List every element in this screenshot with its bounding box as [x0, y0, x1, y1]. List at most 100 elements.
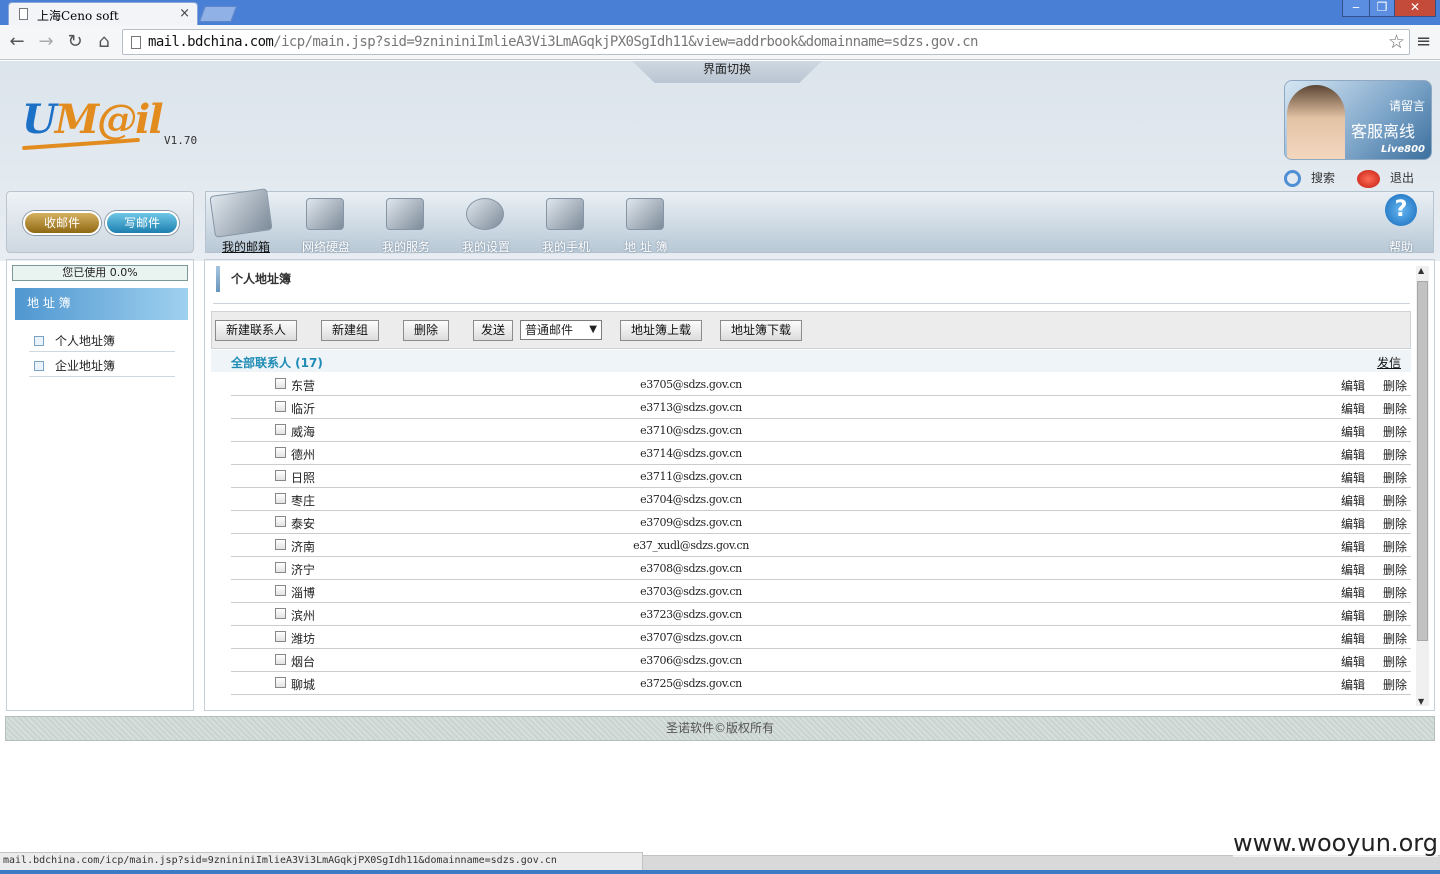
nav-my-phone[interactable]: 我的手机	[526, 192, 606, 254]
delete-link[interactable]: 删除	[1383, 469, 1407, 486]
minimize-button[interactable]: ‒	[1342, 0, 1370, 17]
edit-link[interactable]: 编辑	[1341, 538, 1365, 555]
edit-link[interactable]: 编辑	[1341, 561, 1365, 578]
action-toolbar: 新建联系人 新建组 删除 发送 普通邮件 ▼ 地址簿上载 地址簿下载	[211, 311, 1411, 349]
delete-link[interactable]: 删除	[1383, 538, 1407, 555]
new-contact-button[interactable]: 新建联系人	[215, 320, 297, 341]
contact-name[interactable]: 潍坊	[291, 630, 315, 647]
home-icon[interactable]: ⌂	[93, 31, 115, 52]
delete-button[interactable]: 删除	[403, 320, 449, 341]
contact-name[interactable]: 东营	[291, 377, 315, 394]
delete-link[interactable]: 删除	[1383, 653, 1407, 670]
edit-link[interactable]: 编辑	[1341, 653, 1365, 670]
nav-my-settings[interactable]: 我的设置	[446, 192, 526, 254]
delete-link[interactable]: 删除	[1383, 561, 1407, 578]
mailbox-icon	[209, 188, 273, 238]
contact-name[interactable]: 烟台	[291, 653, 315, 670]
contact-checkbox[interactable]	[275, 516, 286, 527]
nav-my-mailbox[interactable]: 我的邮箱	[206, 188, 286, 254]
browser-tab[interactable]: 上海Ceno soft ×	[8, 2, 198, 25]
delete-link[interactable]: 删除	[1383, 400, 1407, 417]
forward-arrow-icon[interactable]: →	[35, 31, 57, 52]
contact-name[interactable]: 临沂	[291, 400, 315, 417]
contact-list: 全部联系人 (17) 发信 东营 e3705@sdzs.gov.cn 编辑 删除 临沂 e…	[211, 350, 1411, 706]
maximize-button[interactable]: ❐	[1369, 0, 1395, 17]
search-link[interactable]: 搜索	[1284, 169, 1335, 187]
contact-checkbox[interactable]	[275, 401, 286, 412]
edit-link[interactable]: 编辑	[1341, 377, 1365, 394]
sidebar-item-enterprise-address-book[interactable]: 企业地址簿	[29, 355, 175, 377]
contact-checkbox[interactable]	[275, 608, 286, 619]
vertical-scrollbar[interactable]: ▲ ▼	[1416, 266, 1429, 706]
mail-type-select[interactable]: 普通邮件 ▼	[520, 320, 602, 340]
contact-checkbox[interactable]	[275, 585, 286, 596]
contact-name[interactable]: 聊城	[291, 676, 315, 693]
delete-link[interactable]: 删除	[1383, 377, 1407, 394]
contact-checkbox[interactable]	[275, 470, 286, 481]
new-group-button[interactable]: 新建组	[321, 320, 379, 341]
edit-link[interactable]: 编辑	[1341, 584, 1365, 601]
address-bar[interactable]: mail.bdchina.com/icp/main.jsp?sid=9znini…	[122, 29, 1410, 55]
back-arrow-icon[interactable]: ←	[6, 31, 28, 52]
contact-checkbox[interactable]	[275, 677, 286, 688]
edit-link[interactable]: 编辑	[1341, 423, 1365, 440]
delete-link[interactable]: 删除	[1383, 676, 1407, 693]
contact-name[interactable]: 淄博	[291, 584, 315, 601]
group-send-link[interactable]: 发信	[1377, 354, 1401, 371]
reload-icon[interactable]: ↻	[64, 31, 86, 52]
delete-link[interactable]: 删除	[1383, 607, 1407, 624]
footer: 圣诺软件©版权所有	[5, 716, 1435, 741]
new-tab-button[interactable]	[199, 6, 237, 22]
delete-link[interactable]: 删除	[1383, 492, 1407, 509]
edit-link[interactable]: 编辑	[1341, 607, 1365, 624]
logout-link[interactable]: 退出	[1357, 169, 1414, 188]
delete-link[interactable]: 删除	[1383, 423, 1407, 440]
edit-link[interactable]: 编辑	[1341, 446, 1365, 463]
contact-checkbox[interactable]	[275, 631, 286, 642]
nav-network-disk[interactable]: 网络硬盘	[286, 192, 366, 254]
help-button[interactable]: ? 帮助	[1379, 192, 1423, 254]
horizontal-scrollbar[interactable]	[643, 855, 1440, 870]
contact-checkbox[interactable]	[275, 424, 286, 435]
close-window-button[interactable]: ✕	[1394, 0, 1436, 17]
nav-address-book[interactable]: 地 址 簿	[606, 192, 686, 254]
contact-checkbox[interactable]	[275, 654, 286, 665]
contact-checkbox[interactable]	[275, 378, 286, 389]
contact-name[interactable]: 济宁	[291, 561, 315, 578]
compose-mail-button[interactable]: 写邮件	[105, 211, 179, 235]
contact-name[interactable]: 滨州	[291, 607, 315, 624]
contact-name[interactable]: 威海	[291, 423, 315, 440]
edit-link[interactable]: 编辑	[1341, 676, 1365, 693]
contact-name[interactable]: 德州	[291, 446, 315, 463]
edit-link[interactable]: 编辑	[1341, 630, 1365, 647]
browser-menu-icon[interactable]: ≡	[1416, 31, 1431, 52]
delete-link[interactable]: 删除	[1383, 515, 1407, 532]
live800-support-widget[interactable]: 请留言 客服离线 Live800	[1284, 80, 1432, 160]
edit-link[interactable]: 编辑	[1341, 400, 1365, 417]
bookmark-star-icon[interactable]: ☆	[1388, 31, 1405, 53]
edit-link[interactable]: 编辑	[1341, 515, 1365, 532]
contact-name[interactable]: 泰安	[291, 515, 315, 532]
mail-page: 界面切换 UM@il V1.70 请留言 客服离线 Live800 搜索 退出 …	[0, 61, 1440, 851]
receive-mail-button[interactable]: 收邮件	[23, 211, 101, 235]
edit-link[interactable]: 编辑	[1341, 492, 1365, 509]
contact-name[interactable]: 枣庄	[291, 492, 315, 509]
contact-name[interactable]: 济南	[291, 538, 315, 555]
group-name[interactable]: 全部联系人 (17)	[231, 354, 323, 371]
delete-link[interactable]: 删除	[1383, 446, 1407, 463]
ui-switch-button[interactable]: 界面切换	[632, 61, 822, 83]
send-button[interactable]: 发送	[473, 320, 513, 341]
contact-checkbox[interactable]	[275, 562, 286, 573]
delete-link[interactable]: 删除	[1383, 584, 1407, 601]
edit-link[interactable]: 编辑	[1341, 469, 1365, 486]
tab-close-icon[interactable]: ×	[179, 6, 190, 21]
delete-link[interactable]: 删除	[1383, 630, 1407, 647]
contact-name[interactable]: 日照	[291, 469, 315, 486]
contact-checkbox[interactable]	[275, 539, 286, 550]
upload-address-book-button[interactable]: 地址簿上载	[620, 320, 702, 341]
nav-my-services[interactable]: 我的服务	[366, 192, 446, 254]
sidebar-item-personal-address-book[interactable]: 个人地址簿	[29, 330, 175, 352]
contact-checkbox[interactable]	[275, 493, 286, 504]
contact-checkbox[interactable]	[275, 447, 286, 458]
download-address-book-button[interactable]: 地址簿下载	[720, 320, 802, 341]
